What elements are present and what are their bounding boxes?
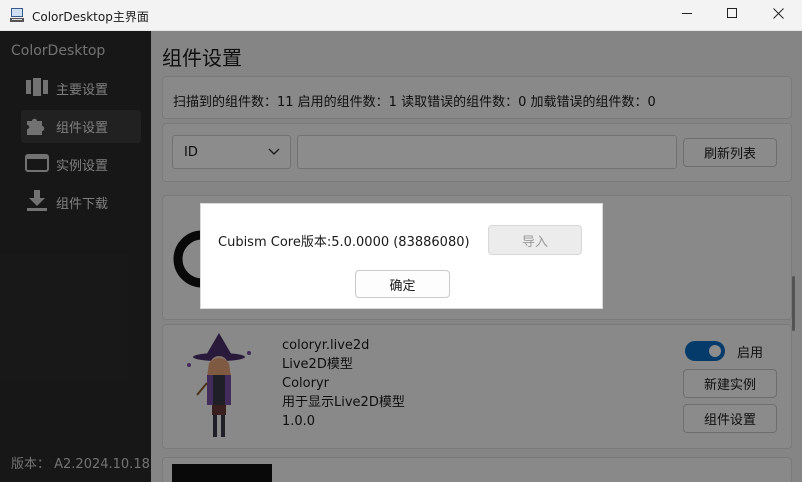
window-title: ColorDesktop主界面 — [32, 10, 149, 24]
maximize-icon — [726, 8, 738, 23]
minimize-button[interactable] — [664, 0, 710, 31]
app-icon — [9, 7, 25, 23]
import-button[interactable]: 导入 — [488, 225, 582, 255]
cubism-core-dialog: Cubism Core版本:5.0.0000 (83886080) 导入 确定 — [200, 203, 603, 309]
close-button[interactable] — [755, 0, 801, 31]
minimize-icon — [681, 8, 693, 23]
maximize-button[interactable] — [709, 0, 755, 31]
ok-button[interactable]: 确定 — [355, 270, 450, 298]
core-version-label: Cubism Core版本:5.0.0000 (83886080) — [218, 235, 470, 250]
title-bar: ColorDesktop主界面 — [0, 0, 802, 31]
close-icon — [772, 8, 784, 23]
